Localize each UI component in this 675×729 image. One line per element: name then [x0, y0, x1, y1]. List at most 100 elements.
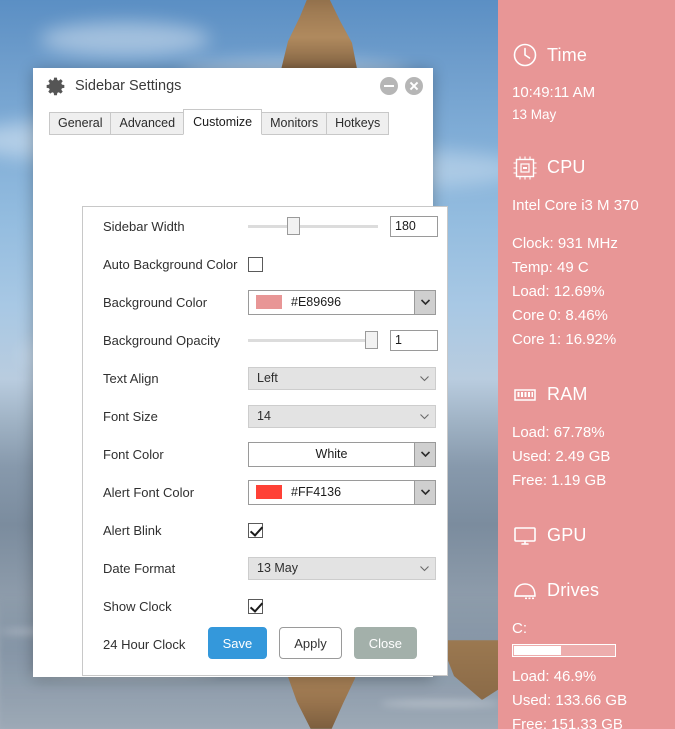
- close-button[interactable]: Close: [353, 627, 417, 659]
- date-format-value: 13 May: [257, 561, 298, 575]
- clock-icon: [513, 43, 537, 67]
- system-monitor-sidebar: Time 10:49:11 AM 13 May CPU Intel Core i…: [498, 0, 675, 729]
- drive-usage-bar-fill: [514, 645, 561, 655]
- cpu-temp: Temp: 49 C: [512, 258, 589, 276]
- section-header-gpu: GPU: [512, 521, 661, 551]
- drive-label: C:: [512, 619, 527, 637]
- dialog-footer: Save Apply Close: [33, 609, 433, 677]
- row-background-color: Background Color #E89696: [83, 283, 447, 321]
- tab-monitors[interactable]: Monitors: [261, 112, 328, 135]
- sidebar-width-input[interactable]: 180: [390, 215, 438, 237]
- save-button[interactable]: Save: [207, 627, 268, 659]
- chevron-down-icon: [420, 451, 430, 457]
- background-color-combo[interactable]: #E89696: [248, 289, 436, 315]
- sidebar-section-ram[interactable]: RAM Load: 67.78% Used: 2.49 GB Free: 1.1…: [498, 380, 675, 493]
- cloud-shape: [40, 22, 210, 56]
- alert-font-color-combo[interactable]: #FF4136: [248, 479, 436, 505]
- water-streak: [380, 700, 500, 707]
- text-align-value: Left: [257, 371, 278, 385]
- slider-thumb[interactable]: [365, 331, 378, 349]
- sidebar-section-gpu[interactable]: GPU: [498, 521, 675, 551]
- background-color-dropdown-button[interactable]: [414, 290, 435, 314]
- row-font-color: Font Color White: [83, 435, 447, 473]
- drive-usage-bar: [512, 643, 616, 657]
- label-background-opacity: Background Opacity: [103, 332, 221, 348]
- background-color-value: #E89696: [291, 295, 342, 309]
- tab-strip: General Advanced Customize Monitors Hotk…: [33, 109, 433, 135]
- label-alert-blink: Alert Blink: [103, 522, 162, 538]
- drive-used: Used: 133.66 GB: [512, 691, 628, 709]
- font-size-select[interactable]: 14: [248, 404, 436, 428]
- section-title: RAM: [547, 384, 588, 404]
- section-title: Drives: [547, 580, 600, 600]
- section-title: Time: [547, 44, 588, 65]
- tab-customize[interactable]: Customize: [183, 109, 263, 135]
- alert-font-color-dropdown-button[interactable]: [414, 480, 435, 504]
- row-sidebar-width: Sidebar Width 180: [83, 207, 447, 245]
- slider-thumb[interactable]: [286, 217, 300, 235]
- label-sidebar-width: Sidebar Width: [103, 218, 185, 234]
- chevron-down-icon: [420, 565, 429, 571]
- label-font-color: Font Color: [103, 446, 164, 462]
- dialog-titlebar: Sidebar Settings: [33, 68, 433, 104]
- label-font-size: Font Size: [103, 408, 158, 424]
- chevron-down-icon: [420, 489, 430, 495]
- tab-general[interactable]: General: [49, 112, 112, 135]
- tab-hotkeys[interactable]: Hotkeys: [326, 112, 390, 135]
- hard-drive-icon: [514, 582, 536, 599]
- background-opacity-slider[interactable]: [248, 331, 378, 349]
- drive-load: Load: 46.9%: [512, 667, 597, 685]
- section-header-ram: RAM: [512, 380, 661, 410]
- alert-font-color-value: #FF4136: [291, 485, 342, 499]
- row-date-format: Date Format 13 May: [83, 549, 447, 587]
- sidebar-settings-dialog: Sidebar Settings General Advanced Custom…: [33, 68, 448, 677]
- cpu-model: Intel Core i3 M 370: [512, 196, 639, 214]
- section-header-drives: Drives: [512, 576, 661, 606]
- minimize-button[interactable]: [380, 77, 398, 95]
- row-alert-font-color: Alert Font Color #FF4136: [83, 473, 447, 511]
- sidebar-width-slider[interactable]: [248, 217, 378, 235]
- monitor-icon: [514, 526, 536, 545]
- font-color-dropdown-button[interactable]: [414, 442, 435, 466]
- section-header-time: Time: [512, 40, 661, 70]
- ram-load: Load: 67.78%: [512, 423, 605, 441]
- ram-free: Free: 1.19 GB: [512, 471, 607, 489]
- label-auto-background-color: Auto Background Color: [103, 256, 238, 272]
- row-alert-blink: Alert Blink: [83, 511, 447, 549]
- dialog-title: Sidebar Settings: [75, 78, 182, 94]
- row-text-align: Text Align Left: [83, 359, 447, 397]
- label-alert-font-color: Alert Font Color: [103, 484, 195, 500]
- cpu-core1: Core 1: 16.92%: [512, 330, 617, 348]
- chevron-down-icon: [420, 299, 430, 305]
- tab-advanced[interactable]: Advanced: [110, 112, 185, 135]
- gear-icon: [46, 77, 65, 95]
- date-value: 13 May: [512, 107, 557, 122]
- font-size-value: 14: [257, 409, 271, 423]
- apply-button[interactable]: Apply: [279, 627, 342, 659]
- label-background-color: Background Color: [103, 294, 208, 310]
- font-color-combo[interactable]: White: [248, 441, 436, 467]
- section-title: CPU: [547, 157, 586, 177]
- row-background-opacity: Background Opacity 1: [83, 321, 447, 359]
- alert-blink-checkbox[interactable]: [248, 522, 263, 538]
- sidebar-section-time[interactable]: Time 10:49:11 AM 13 May: [498, 40, 675, 125]
- date-format-select[interactable]: 13 May: [248, 556, 436, 580]
- label-date-format: Date Format: [103, 560, 176, 576]
- auto-background-color-checkbox[interactable]: [248, 256, 263, 272]
- chevron-down-icon: [420, 413, 429, 419]
- chevron-down-icon: [420, 375, 429, 381]
- time-value: 10:49:11 AM: [512, 84, 596, 101]
- slider-track: [248, 224, 378, 228]
- row-font-size: Font Size 14: [83, 397, 447, 435]
- label-text-align: Text Align: [103, 370, 159, 386]
- close-window-button[interactable]: [405, 77, 423, 95]
- font-color-value: White: [315, 447, 348, 461]
- text-align-select[interactable]: Left: [248, 366, 436, 390]
- background-opacity-input[interactable]: 1: [390, 329, 438, 351]
- sidebar-section-drives[interactable]: Drives C: Load: 46.9% Used: 133.66 GB Fr…: [498, 576, 675, 729]
- ram-used: Used: 2.49 GB: [512, 447, 611, 465]
- cpu-load: Load: 12.69%: [512, 282, 605, 300]
- sidebar-section-cpu[interactable]: CPU Intel Core i3 M 370 Clock: 931 MHz T…: [498, 153, 675, 352]
- background-color-swatch: [256, 295, 282, 309]
- section-title: GPU: [547, 525, 587, 545]
